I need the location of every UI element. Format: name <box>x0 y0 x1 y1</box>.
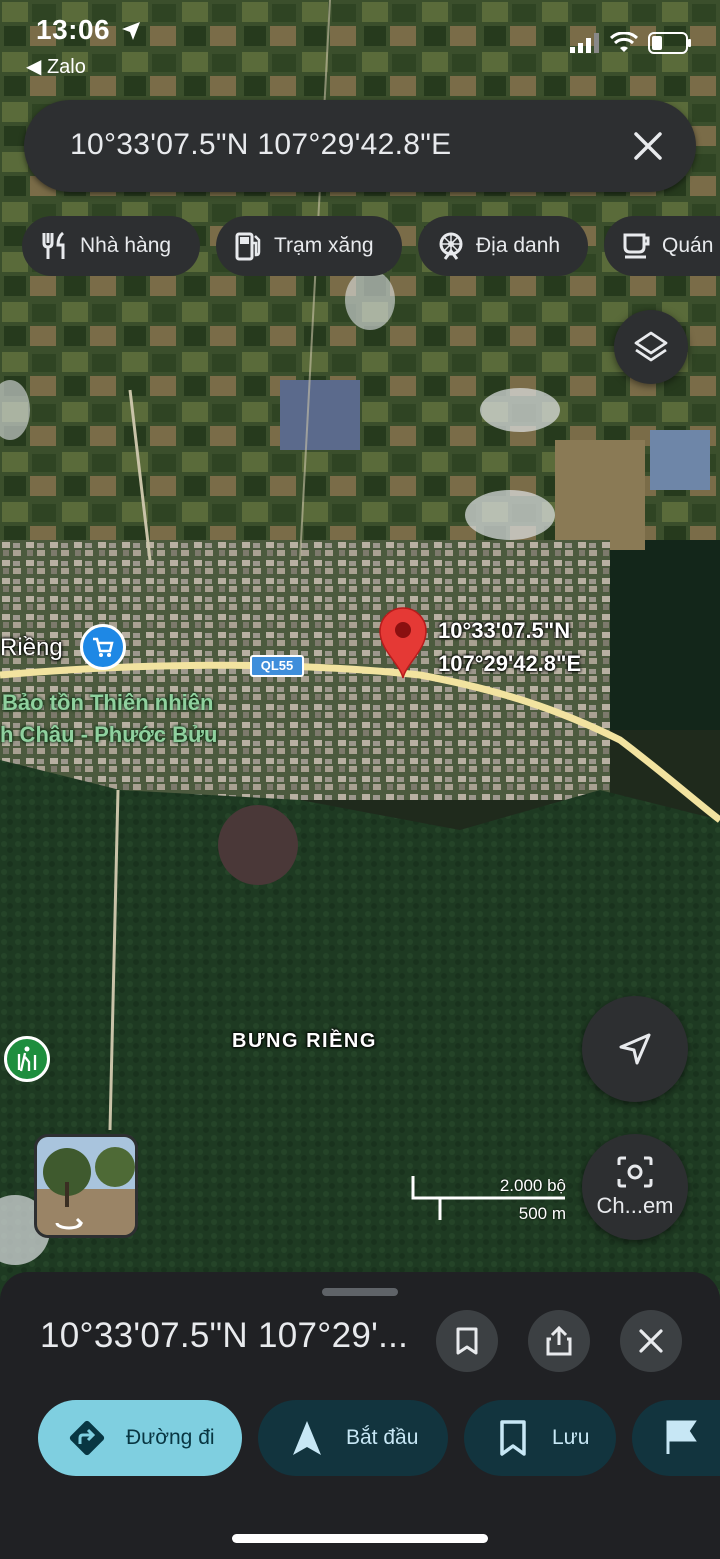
battery-icon <box>648 32 691 54</box>
chip-gas-stations[interactable]: Trạm xăng <box>216 216 402 276</box>
my-location-button[interactable] <box>582 996 688 1102</box>
search-query[interactable]: 10°33'07.5"N 107°29'42.8"E <box>70 128 452 162</box>
navigation-arrow-icon <box>619 1033 651 1065</box>
clear-search-icon[interactable] <box>630 128 666 164</box>
share-icon <box>546 1325 572 1356</box>
place-bottom-sheet[interactable]: 10°33'07.5"N 107°29'... Đường đi Bắt đầu <box>0 1272 720 1559</box>
pin-label-lng: 107°29'42.8"E <box>438 651 582 676</box>
shopping-cart-icon <box>93 637 114 657</box>
camera-lens-icon <box>617 1156 653 1188</box>
chip-label: Quán <box>662 234 714 257</box>
action-buttons: Đường đi Bắt đầu Lưu <box>0 1400 720 1480</box>
save-icon-button[interactable] <box>436 1310 498 1372</box>
action-label: Lưu <box>552 1426 590 1449</box>
street-view-preview <box>37 1137 135 1235</box>
action-label: Đường đi <box>126 1426 215 1449</box>
reserve-label-line1[interactable]: Bảo tồn Thiên nhiên <box>2 690 213 716</box>
hiking-icon <box>17 1046 37 1072</box>
category-chips: Nhà hàng Trạm xăng Địa danh Quán <box>22 216 720 276</box>
scale-bar: 2.000 bộ 500 m <box>410 1172 570 1224</box>
coffee-icon <box>622 231 652 261</box>
chip-cafes[interactable]: Quán <box>604 216 720 276</box>
layers-icon <box>634 331 668 362</box>
place-label-rieng[interactable]: Riềng <box>0 634 63 662</box>
status-bar: 13:06 ◀ Zalo <box>0 0 720 86</box>
gas-station-icon <box>234 231 264 261</box>
street-view-thumbnail[interactable] <box>34 1134 138 1238</box>
scale-imperial: 2.000 bộ <box>499 1176 566 1195</box>
bookmark-icon <box>456 1327 478 1355</box>
dropped-pin-icon[interactable] <box>376 606 430 680</box>
close-sheet-button[interactable] <box>620 1310 682 1372</box>
restaurant-icon <box>40 231 70 261</box>
wifi-icon <box>610 32 638 52</box>
flag-icon <box>658 1415 704 1461</box>
start-button[interactable]: Bắt đầu <box>258 1400 448 1476</box>
location-arrow-icon <box>122 22 140 40</box>
directions-icon <box>64 1415 110 1461</box>
lens-label: Ch...em <box>596 1193 674 1218</box>
home-indicator[interactable] <box>232 1534 488 1543</box>
system-icons <box>570 32 692 54</box>
area-label-bung-rieng[interactable]: BƯNG RIỀNG <box>232 1030 377 1053</box>
search-bar[interactable]: 10°33'07.5"N 107°29'42.8"E <box>24 100 696 192</box>
hiking-trail-marker[interactable] <box>4 1036 50 1082</box>
bookmark-icon <box>490 1415 536 1461</box>
share-button[interactable] <box>528 1310 590 1372</box>
chip-label: Trạm xăng <box>274 234 374 257</box>
reserve-label-line2[interactable]: h Châu - Phước Bửu <box>0 722 217 748</box>
close-icon <box>639 1329 663 1353</box>
label-button[interactable] <box>632 1400 720 1476</box>
layers-button[interactable] <box>614 310 688 384</box>
landmark-icon <box>436 231 466 261</box>
directions-button[interactable]: Đường đi <box>38 1400 242 1476</box>
sheet-drag-handle[interactable] <box>322 1288 398 1296</box>
chip-landmarks[interactable]: Địa danh <box>418 216 588 276</box>
chip-label: Nhà hàng <box>80 234 172 257</box>
pin-label-lat: 10°33'07.5"N <box>438 618 571 643</box>
chip-label: Địa danh <box>476 234 561 257</box>
save-button[interactable]: Lưu <box>464 1400 616 1476</box>
shopping-marker[interactable] <box>80 624 126 670</box>
place-title: 10°33'07.5"N 107°29'... <box>40 1316 409 1355</box>
lens-button[interactable]: Ch...em <box>582 1134 688 1240</box>
cellular-signal-icon <box>570 33 599 53</box>
navigation-arrow-icon <box>284 1415 330 1461</box>
back-to-app-link[interactable]: ◀ Zalo <box>26 54 86 79</box>
road-shield-ql55: QL55 <box>250 655 304 677</box>
chip-restaurants[interactable]: Nhà hàng <box>22 216 200 276</box>
action-label: Bắt đầu <box>346 1426 419 1449</box>
scale-metric: 500 m <box>518 1204 566 1223</box>
status-time: 13:06 <box>36 14 111 45</box>
